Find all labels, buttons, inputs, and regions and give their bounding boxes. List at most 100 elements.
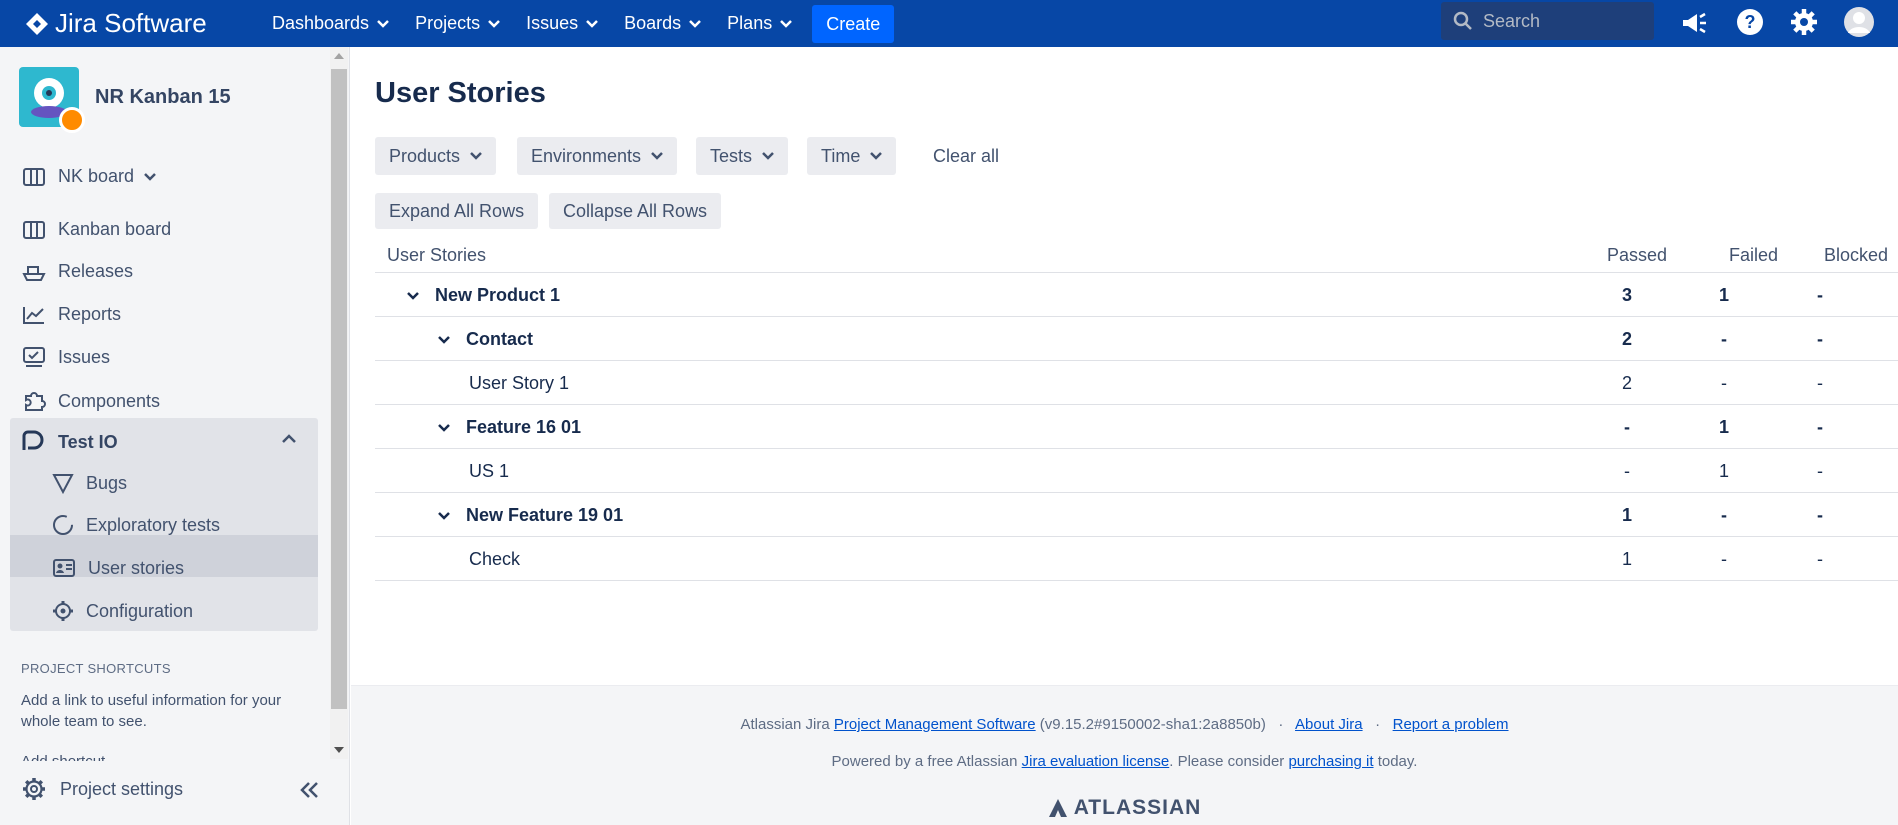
cell-failed: - xyxy=(1721,329,1727,349)
sidebar-item-releases[interactable]: Releases xyxy=(22,261,133,282)
jira-logo[interactable]: Jira Software xyxy=(25,8,255,39)
sidebar-item-exploratory-tests[interactable]: Exploratory tests xyxy=(52,514,220,536)
megaphone-icon[interactable] xyxy=(1680,9,1710,37)
board-selector[interactable]: NK board xyxy=(22,166,168,187)
project-settings-link[interactable]: Project settings xyxy=(22,777,183,801)
chevron-down-icon xyxy=(470,152,482,160)
table-row: US 1 - 1 - xyxy=(375,449,1898,493)
code-badge-icon xyxy=(59,107,85,133)
filter-products[interactable]: Products xyxy=(375,137,497,175)
report-problem-link[interactable]: Report a problem xyxy=(1393,716,1509,733)
ship-icon xyxy=(22,265,46,281)
nav-issues[interactable]: Issues xyxy=(526,13,599,34)
chevron-down-icon[interactable] xyxy=(407,291,419,300)
id-card-icon xyxy=(53,559,75,577)
sidebar-scrollbar[interactable] xyxy=(330,47,348,759)
project-header[interactable]: NR Kanban 15 xyxy=(19,67,231,133)
chevron-down-icon[interactable] xyxy=(438,511,450,520)
collapse-all-rows-button[interactable]: Collapse All Rows xyxy=(549,193,722,229)
nav-boards[interactable]: Boards xyxy=(624,13,702,34)
issues-icon xyxy=(23,347,45,367)
sidebar-item-reports[interactable]: Reports xyxy=(22,304,121,325)
test-io-group: Test IO Bugs Exploratory tests User stor… xyxy=(10,418,318,631)
table-row: User Story 1 2 - - xyxy=(375,361,1898,405)
chevron-down-icon[interactable] xyxy=(438,423,450,432)
search-input[interactable]: Search xyxy=(1441,2,1654,40)
nav-projects[interactable]: Projects xyxy=(415,13,500,34)
sidebar-item-bugs[interactable]: Bugs xyxy=(52,472,127,494)
filter-tests[interactable]: Tests xyxy=(696,137,789,175)
footer: Atlassian Jira Project Management Softwa… xyxy=(351,685,1898,825)
gear-icon xyxy=(23,778,45,800)
cell-passed: 1 xyxy=(1621,549,1632,569)
atlassian-logo[interactable]: ATLASSIAN xyxy=(351,796,1898,820)
about-jira-link[interactable]: About Jira xyxy=(1295,716,1363,733)
collapse-sidebar-icon[interactable] xyxy=(298,780,322,800)
expand-all-rows-button[interactable]: Expand All Rows xyxy=(375,193,539,229)
scroll-down-arrow-icon[interactable] xyxy=(334,747,344,753)
sidebar-item-issues[interactable]: Issues xyxy=(22,346,110,368)
row-label: Check xyxy=(469,549,521,569)
sidebar-item-configuration[interactable]: Configuration xyxy=(52,600,193,622)
table-row[interactable]: Contact 2 - - xyxy=(375,317,1898,361)
table-row[interactable]: New Product 1 3 1 - xyxy=(375,273,1898,317)
row-name: US 1 xyxy=(469,461,509,482)
cell-blocked: - xyxy=(1817,549,1823,569)
evaluation-license-link[interactable]: Jira evaluation license xyxy=(1022,753,1170,770)
sidebar-item-components[interactable]: Components xyxy=(22,389,160,413)
chevron-down-icon xyxy=(780,19,793,28)
chart-icon xyxy=(23,306,44,324)
header-failed[interactable]: Failed xyxy=(1729,245,1778,266)
table-row[interactable]: Feature 16 01 - 1 - xyxy=(375,405,1898,449)
chevron-down-icon xyxy=(586,19,599,28)
scroll-up-arrow-icon[interactable] xyxy=(334,53,344,59)
page-title: User Stories xyxy=(375,77,546,109)
help-icon[interactable]: ? xyxy=(1736,8,1764,36)
cell-blocked: - xyxy=(1817,285,1823,305)
row-label: User Story 1 xyxy=(469,373,570,393)
test-io-header[interactable]: Test IO xyxy=(20,430,118,454)
row-name: New Feature 19 01 xyxy=(438,505,623,526)
user-avatar-icon[interactable] xyxy=(1844,7,1874,37)
settings-icon[interactable] xyxy=(1790,8,1818,36)
cell-blocked: - xyxy=(1817,373,1823,393)
header-passed[interactable]: Passed xyxy=(1607,245,1667,266)
board-icon xyxy=(23,167,45,186)
chevron-up-icon[interactable] xyxy=(282,434,296,444)
filter-environments[interactable]: Environments xyxy=(517,137,678,175)
row-name: Feature 16 01 xyxy=(438,417,581,438)
gear-icon xyxy=(53,601,73,621)
clear-all-button[interactable]: Clear all xyxy=(933,146,999,167)
create-button[interactable]: Create xyxy=(812,4,895,43)
cell-failed: 1 xyxy=(1718,417,1729,437)
header-blocked[interactable]: Blocked xyxy=(1824,245,1888,266)
puzzle-icon xyxy=(25,392,46,411)
scrollbar-thumb[interactable] xyxy=(331,69,347,709)
project-avatar xyxy=(19,67,85,133)
chevron-down-icon[interactable] xyxy=(438,335,450,344)
filter-time[interactable]: Time xyxy=(807,137,897,175)
purchasing-link[interactable]: purchasing it xyxy=(1288,753,1373,770)
nav-dashboards[interactable]: Dashboards xyxy=(272,13,389,34)
cell-passed: - xyxy=(1624,461,1630,481)
row-name: Check xyxy=(469,549,520,570)
nav-plans[interactable]: Plans xyxy=(727,13,793,34)
cell-passed: 2 xyxy=(1621,373,1632,393)
shortcuts-description: Add a link to useful information for you… xyxy=(21,692,282,730)
footer-line-2: Powered by a free Atlassian Jira evaluat… xyxy=(831,753,1418,770)
sidebar-item-user-stories[interactable]: User stories xyxy=(52,557,184,579)
atlassian-triangle-icon xyxy=(1048,799,1067,817)
svg-text:?: ? xyxy=(1745,12,1756,32)
cell-blocked: - xyxy=(1817,505,1823,525)
project-management-link[interactable]: Project Management Software xyxy=(834,716,1036,733)
app-name: Jira Software xyxy=(55,8,207,38)
row-label: New Product 1 xyxy=(435,285,561,305)
main-content: User Stories Products Environments Tests… xyxy=(351,47,1898,825)
header-user-stories[interactable]: User Stories xyxy=(387,245,486,266)
row-label: New Feature 19 01 xyxy=(466,505,624,525)
sidebar-item-kanban-board[interactable]: Kanban board xyxy=(22,219,171,240)
project-name: NR Kanban 15 xyxy=(95,85,231,108)
add-shortcut-link[interactable]: Add shortcut xyxy=(21,753,105,761)
table-row[interactable]: New Feature 19 01 1 - - xyxy=(375,493,1898,537)
row-name: User Story 1 xyxy=(469,373,569,394)
